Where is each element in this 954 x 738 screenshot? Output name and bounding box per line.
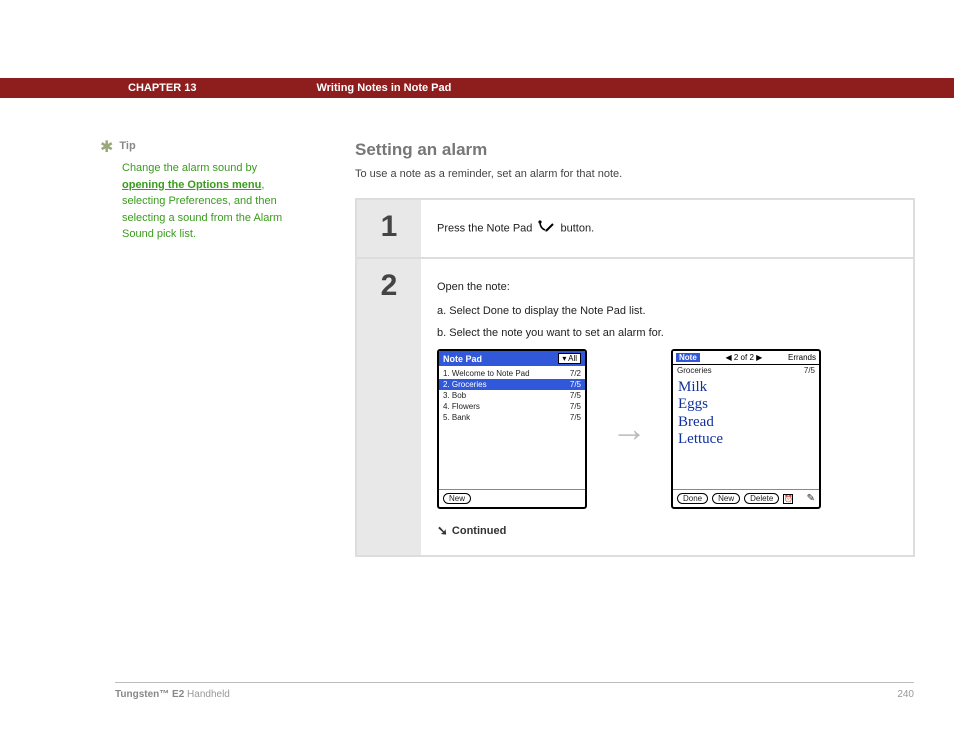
- notepad-list-body: 1. Welcome to Note Pad7/2 2. Groceries7/…: [439, 366, 585, 489]
- step-1-text-after: button.: [561, 222, 595, 234]
- chapter-label: CHAPTER 13: [128, 82, 196, 94]
- notepad-button-icon: [537, 220, 555, 237]
- tip-body: Change the alarm sound by opening the Op…: [122, 160, 302, 243]
- note-detail-footer: Done New Delete ⏰ ✎: [673, 489, 819, 507]
- main-content: Setting an alarm To use a note as a remi…: [355, 140, 885, 557]
- footer-product: Tungsten™ E2 Handheld: [115, 689, 230, 700]
- note-date: 7/5: [804, 366, 815, 375]
- screenshots-row: Note Pad ▾ All 1. Welcome to Note Pad7/2…: [437, 349, 897, 509]
- notepad-list-title: Note Pad: [443, 354, 482, 364]
- tip-sidebar: ✱ Tip Change the alarm sound by opening …: [100, 140, 320, 243]
- page-footer: Tungsten™ E2 Handheld 240: [115, 682, 914, 700]
- notepad-category-dropdown[interactable]: ▾ All: [558, 353, 581, 364]
- note-body-canvas[interactable]: Milk Eggs Bread Lettuce: [673, 376, 819, 489]
- step-2-sub-b: b. Select the note you want to set an al…: [437, 327, 897, 339]
- step-1-body: Press the Note Pad button.: [421, 200, 913, 257]
- step-number: 1: [381, 210, 398, 244]
- continued-indicator: ➘ Continued: [437, 523, 897, 539]
- pen-icon[interactable]: ✎: [807, 493, 815, 504]
- notepad-list-footer: New: [439, 489, 585, 507]
- note-category-dropdown[interactable]: Errands: [788, 353, 816, 362]
- note-detail-screenshot: Note ◀ 2 of 2 ▶ Errands Groceries 7/5 Mi…: [671, 349, 821, 509]
- handwritten-line: Lettuce: [678, 431, 814, 448]
- section-title: Setting an alarm: [355, 140, 885, 160]
- notepad-list-screenshot: Note Pad ▾ All 1. Welcome to Note Pad7/2…: [437, 349, 587, 509]
- asterisk-icon: ✱: [100, 140, 113, 156]
- handwritten-line: Eggs: [678, 396, 814, 413]
- step-2-body: Open the note: a. Select Done to display…: [421, 259, 913, 555]
- tip-text-before: Change the alarm sound by: [122, 162, 257, 174]
- tip-options-menu-link[interactable]: opening the Options menu: [122, 179, 261, 191]
- notepad-list-titlebar: Note Pad ▾ All: [439, 351, 585, 366]
- step-2: 2 Open the note: a. Select Done to displ…: [357, 259, 913, 557]
- note-title: Groceries: [677, 366, 712, 375]
- new-button[interactable]: New: [712, 493, 740, 504]
- note-detail-header: Note ◀ 2 of 2 ▶ Errands: [673, 351, 819, 365]
- list-item[interactable]: 4. Flowers7/5: [439, 401, 585, 412]
- new-button[interactable]: New: [443, 493, 471, 504]
- list-item[interactable]: 2. Groceries7/5: [439, 379, 585, 390]
- steps-table: 1 Press the Note Pad button. 2: [355, 198, 915, 557]
- tip-label: Tip: [119, 140, 135, 152]
- step-number: 2: [381, 269, 398, 303]
- list-item[interactable]: 3. Bob7/5: [439, 390, 585, 401]
- delete-button[interactable]: Delete: [744, 493, 779, 504]
- alarm-icon[interactable]: ⏰: [783, 494, 793, 504]
- note-header-label: Note: [676, 353, 700, 362]
- chapter-title: Writing Notes in Note Pad: [316, 82, 451, 94]
- handwritten-line: Milk: [678, 379, 814, 396]
- note-title-row: Groceries 7/5: [673, 365, 819, 376]
- continued-arrow-icon: ➘: [437, 523, 448, 539]
- step-number-cell: 2: [357, 259, 421, 555]
- done-button[interactable]: Done: [677, 493, 708, 504]
- step-1: 1 Press the Note Pad button.: [357, 200, 913, 259]
- list-item[interactable]: 5. Bank7/5: [439, 412, 585, 423]
- list-item[interactable]: 1. Welcome to Note Pad7/2: [439, 368, 585, 379]
- footer-product-rest: Handheld: [184, 689, 230, 700]
- section-intro: To use a note as a reminder, set an alar…: [355, 168, 885, 180]
- handwritten-line: Bread: [678, 414, 814, 431]
- step-number-cell: 1: [357, 200, 421, 257]
- footer-product-name: Tungsten™ E2: [115, 689, 184, 700]
- note-pager[interactable]: ◀ 2 of 2 ▶: [726, 353, 763, 362]
- step-2-sub-a: a. Select Done to display the Note Pad l…: [437, 305, 897, 317]
- chapter-header-bar: CHAPTER 13 Writing Notes in Note Pad: [0, 78, 954, 98]
- step-1-text-before: Press the Note Pad: [437, 222, 535, 234]
- arrow-right-icon: →: [599, 408, 659, 450]
- continued-label: Continued: [452, 525, 506, 537]
- page-number: 240: [897, 689, 914, 700]
- step-2-open-line: Open the note:: [437, 281, 897, 293]
